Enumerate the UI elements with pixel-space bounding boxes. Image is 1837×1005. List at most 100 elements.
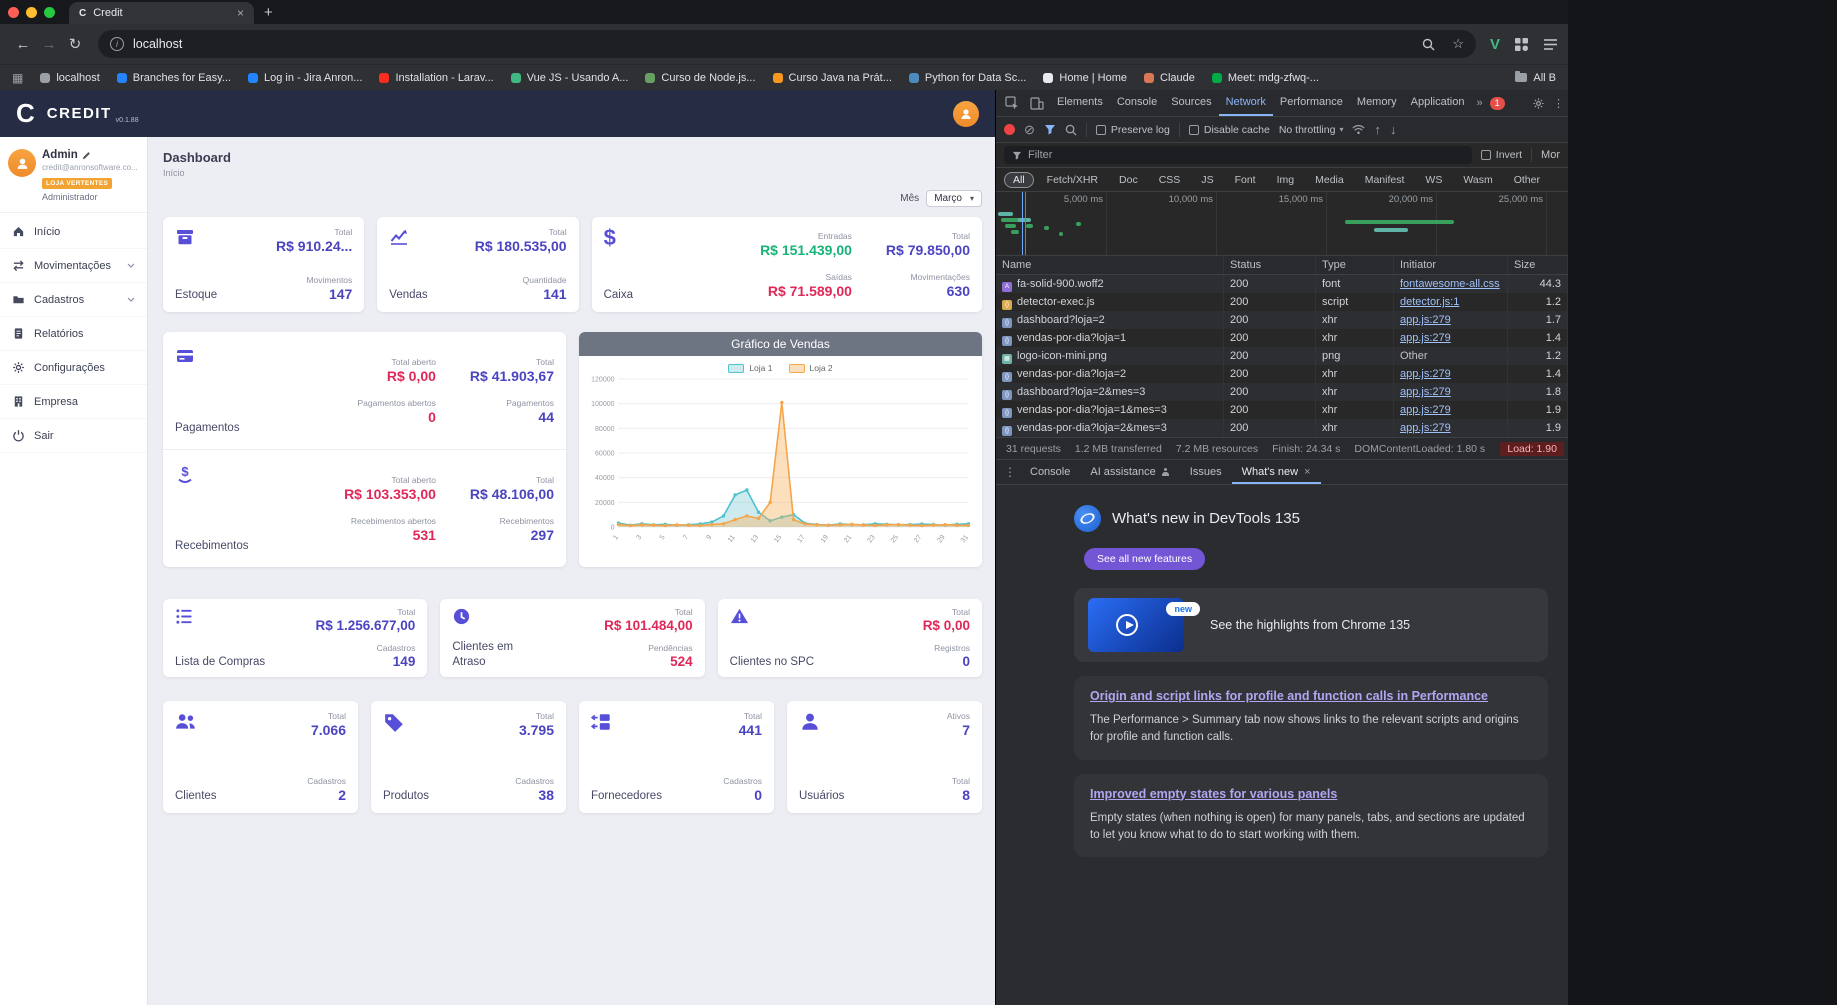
network-request-row[interactable]: {} vendas-por-dia?loja=1&mes=3 200 xhr app.j…	[996, 401, 1568, 419]
url-text[interactable]: localhost	[133, 37, 1413, 51]
column-header-status[interactable]: Status	[1224, 256, 1316, 274]
bookmark-item[interactable]: Meet: mdg-zfwq-...	[1211, 72, 1319, 84]
bookmark-item[interactable]: localhost	[40, 72, 100, 84]
sidebar-item-empresa[interactable]: Empresa	[0, 385, 147, 419]
column-header-initiator[interactable]: Initiator	[1394, 256, 1508, 274]
network-conditions-icon[interactable]	[1352, 124, 1365, 135]
devtools-tab-network[interactable]: Network	[1219, 90, 1273, 116]
menu-icon[interactable]	[1543, 38, 1558, 51]
network-overview-timeline[interactable]: 5,000 ms 10,000 ms 15,000 ms 20,000 ms 25,00…	[996, 192, 1568, 256]
bookmark-star-icon[interactable]: ☆	[1452, 36, 1464, 52]
sidebar-item-inicio[interactable]: Início	[0, 215, 147, 249]
filter-chip-other[interactable]: Other	[1506, 173, 1548, 187]
article-title-link[interactable]: Improved empty states for various panels	[1090, 787, 1337, 801]
sidebar-item-relatorios[interactable]: Relatórios	[0, 317, 147, 351]
network-request-row[interactable]: {} dashboard?loja=2 200 xhr app.js:279 1.7	[996, 311, 1568, 329]
filter-chip-doc[interactable]: Doc	[1111, 173, 1146, 187]
bookmark-item[interactable]: Branches for Easy...	[116, 72, 231, 84]
reload-button[interactable]: ↻	[62, 31, 88, 57]
initiator-link[interactable]: app.js:279	[1400, 422, 1451, 434]
close-window-button[interactable]	[8, 6, 19, 18]
column-header-type[interactable]: Type	[1316, 256, 1394, 274]
network-filter-input[interactable]: Filter	[1004, 146, 1472, 164]
sidebar-item-cadastros[interactable]: Cadastros	[0, 283, 147, 317]
apps-grid-icon[interactable]: ▦	[12, 71, 23, 85]
network-request-row[interactable]: {} detector-exec.js 200 script detector.js:1…	[996, 293, 1568, 311]
devtools-tab-sources[interactable]: Sources	[1164, 90, 1218, 116]
initiator-link[interactable]: detector.js:1	[1400, 296, 1459, 308]
see-all-new-features-button[interactable]: See all new features	[1084, 548, 1206, 570]
minimize-window-button[interactable]	[26, 6, 37, 18]
vue-devtools-extension-icon[interactable]: V	[1490, 36, 1500, 53]
device-toolbar-icon[interactable]	[1025, 92, 1049, 114]
filter-chip-font[interactable]: Font	[1227, 173, 1264, 187]
bookmark-item[interactable]: Claude	[1144, 72, 1195, 84]
sidebar-item-sair[interactable]: Sair	[0, 419, 147, 453]
edit-pencil-icon[interactable]	[82, 151, 91, 160]
article-title-link[interactable]: Origin and script links for profile and …	[1090, 689, 1488, 703]
filter-chip-media[interactable]: Media	[1307, 173, 1352, 187]
drawer-tab-what-s-new[interactable]: What's new ×	[1232, 460, 1321, 484]
network-request-row[interactable]: Afa-solid-900.woff2 200 font fontawesome-al…	[996, 275, 1568, 293]
filter-chip-manifest[interactable]: Manifest	[1357, 173, 1413, 187]
column-header-name[interactable]: Name	[996, 256, 1224, 274]
bookmark-item[interactable]: Log in - Jira Anron...	[248, 72, 362, 84]
inspect-element-icon[interactable]	[1000, 92, 1024, 114]
browser-tab[interactable]: C Credit ×	[69, 2, 254, 24]
devtools-tab-memory[interactable]: Memory	[1350, 90, 1404, 116]
devtools-tab-console[interactable]: Console	[1110, 90, 1164, 116]
bookmark-item[interactable]: Vue JS - Usando A...	[510, 72, 628, 84]
initiator-link[interactable]: app.js:279	[1400, 386, 1451, 398]
back-button[interactable]: ←	[10, 31, 36, 57]
bookmark-item[interactable]: Installation - Larav...	[379, 72, 494, 84]
drawer-tab-issues[interactable]: Issues	[1180, 460, 1232, 484]
user-avatar[interactable]	[953, 100, 979, 127]
close-tab-icon[interactable]: ×	[1304, 466, 1310, 478]
sidebar-item-configuracoes[interactable]: Configurações	[0, 351, 147, 385]
export-har-icon[interactable]: ↓	[1390, 123, 1397, 136]
filter-chip-css[interactable]: CSS	[1151, 173, 1189, 187]
filter-chip-wasm[interactable]: Wasm	[1455, 173, 1500, 187]
bookmark-item[interactable]: Home | Home	[1043, 72, 1127, 84]
sidebar-item-movimentacoes[interactable]: Movimentações	[0, 249, 147, 283]
more-filters-label[interactable]: Mor	[1541, 149, 1560, 161]
error-count-badge[interactable]: 1	[1489, 96, 1505, 110]
network-request-row[interactable]: ▦ logo-icon-mini.png 200 png Other 1.2	[996, 347, 1568, 365]
drawer-tab-console[interactable]: Console	[1020, 460, 1080, 484]
filter-chip-ws[interactable]: WS	[1417, 173, 1450, 187]
devtools-tab-performance[interactable]: Performance	[1273, 90, 1350, 116]
bookmark-item[interactable]: Python for Data Sc...	[908, 72, 1026, 84]
zoom-window-button[interactable]	[44, 6, 55, 18]
filter-chip-all[interactable]: All	[1004, 171, 1034, 188]
drawer-menu-kebab-icon[interactable]: ⋮	[1002, 465, 1018, 479]
initiator-link[interactable]: app.js:279	[1400, 314, 1451, 326]
network-request-row[interactable]: {} vendas-por-dia?loja=1 200 xhr app.js:279 1…	[996, 329, 1568, 347]
initiator-link[interactable]: app.js:279	[1400, 368, 1451, 380]
filter-chip-fetchxhr[interactable]: Fetch/XHR	[1039, 173, 1106, 187]
network-request-row[interactable]: {} vendas-por-dia?loja=2&mes=3 200 xhr app.j…	[996, 419, 1568, 437]
extensions-icon[interactable]	[1514, 37, 1529, 52]
record-network-log-button[interactable]	[1004, 124, 1015, 135]
import-har-icon[interactable]: ↑	[1374, 123, 1381, 136]
tab-close-icon[interactable]: ×	[237, 6, 244, 20]
more-panels-icon[interactable]: »	[1472, 97, 1486, 109]
filter-chip-js[interactable]: JS	[1193, 173, 1221, 187]
disable-cache-checkbox[interactable]: Disable cache	[1188, 124, 1270, 136]
forward-button[interactable]: →	[36, 31, 62, 57]
preserve-log-checkbox[interactable]: Preserve log	[1095, 124, 1170, 136]
highlight-card[interactable]: new See the highlights from Chrome 135	[1074, 588, 1548, 662]
initiator-link[interactable]: fontawesome-all.css	[1400, 278, 1500, 290]
invert-filter-checkbox[interactable]: Invert	[1480, 149, 1522, 161]
devtools-tab-elements[interactable]: Elements	[1050, 90, 1110, 116]
address-bar[interactable]: i localhost ☆	[98, 30, 1476, 58]
site-info-icon[interactable]: i	[110, 37, 124, 51]
devtools-tab-application[interactable]: Application	[1404, 90, 1472, 116]
highlight-video-thumbnail[interactable]: new	[1088, 598, 1200, 652]
search-icon[interactable]	[1422, 38, 1435, 51]
network-request-row[interactable]: {} vendas-por-dia?loja=2 200 xhr app.js:279 1…	[996, 365, 1568, 383]
month-select[interactable]: Março ▾	[926, 190, 982, 207]
all-bookmarks-button[interactable]: All B	[1515, 71, 1556, 84]
filter-chip-img[interactable]: Img	[1269, 173, 1303, 187]
filter-funnel-icon[interactable]	[1044, 124, 1056, 135]
bookmark-item[interactable]: Curso de Node.js...	[645, 72, 756, 84]
